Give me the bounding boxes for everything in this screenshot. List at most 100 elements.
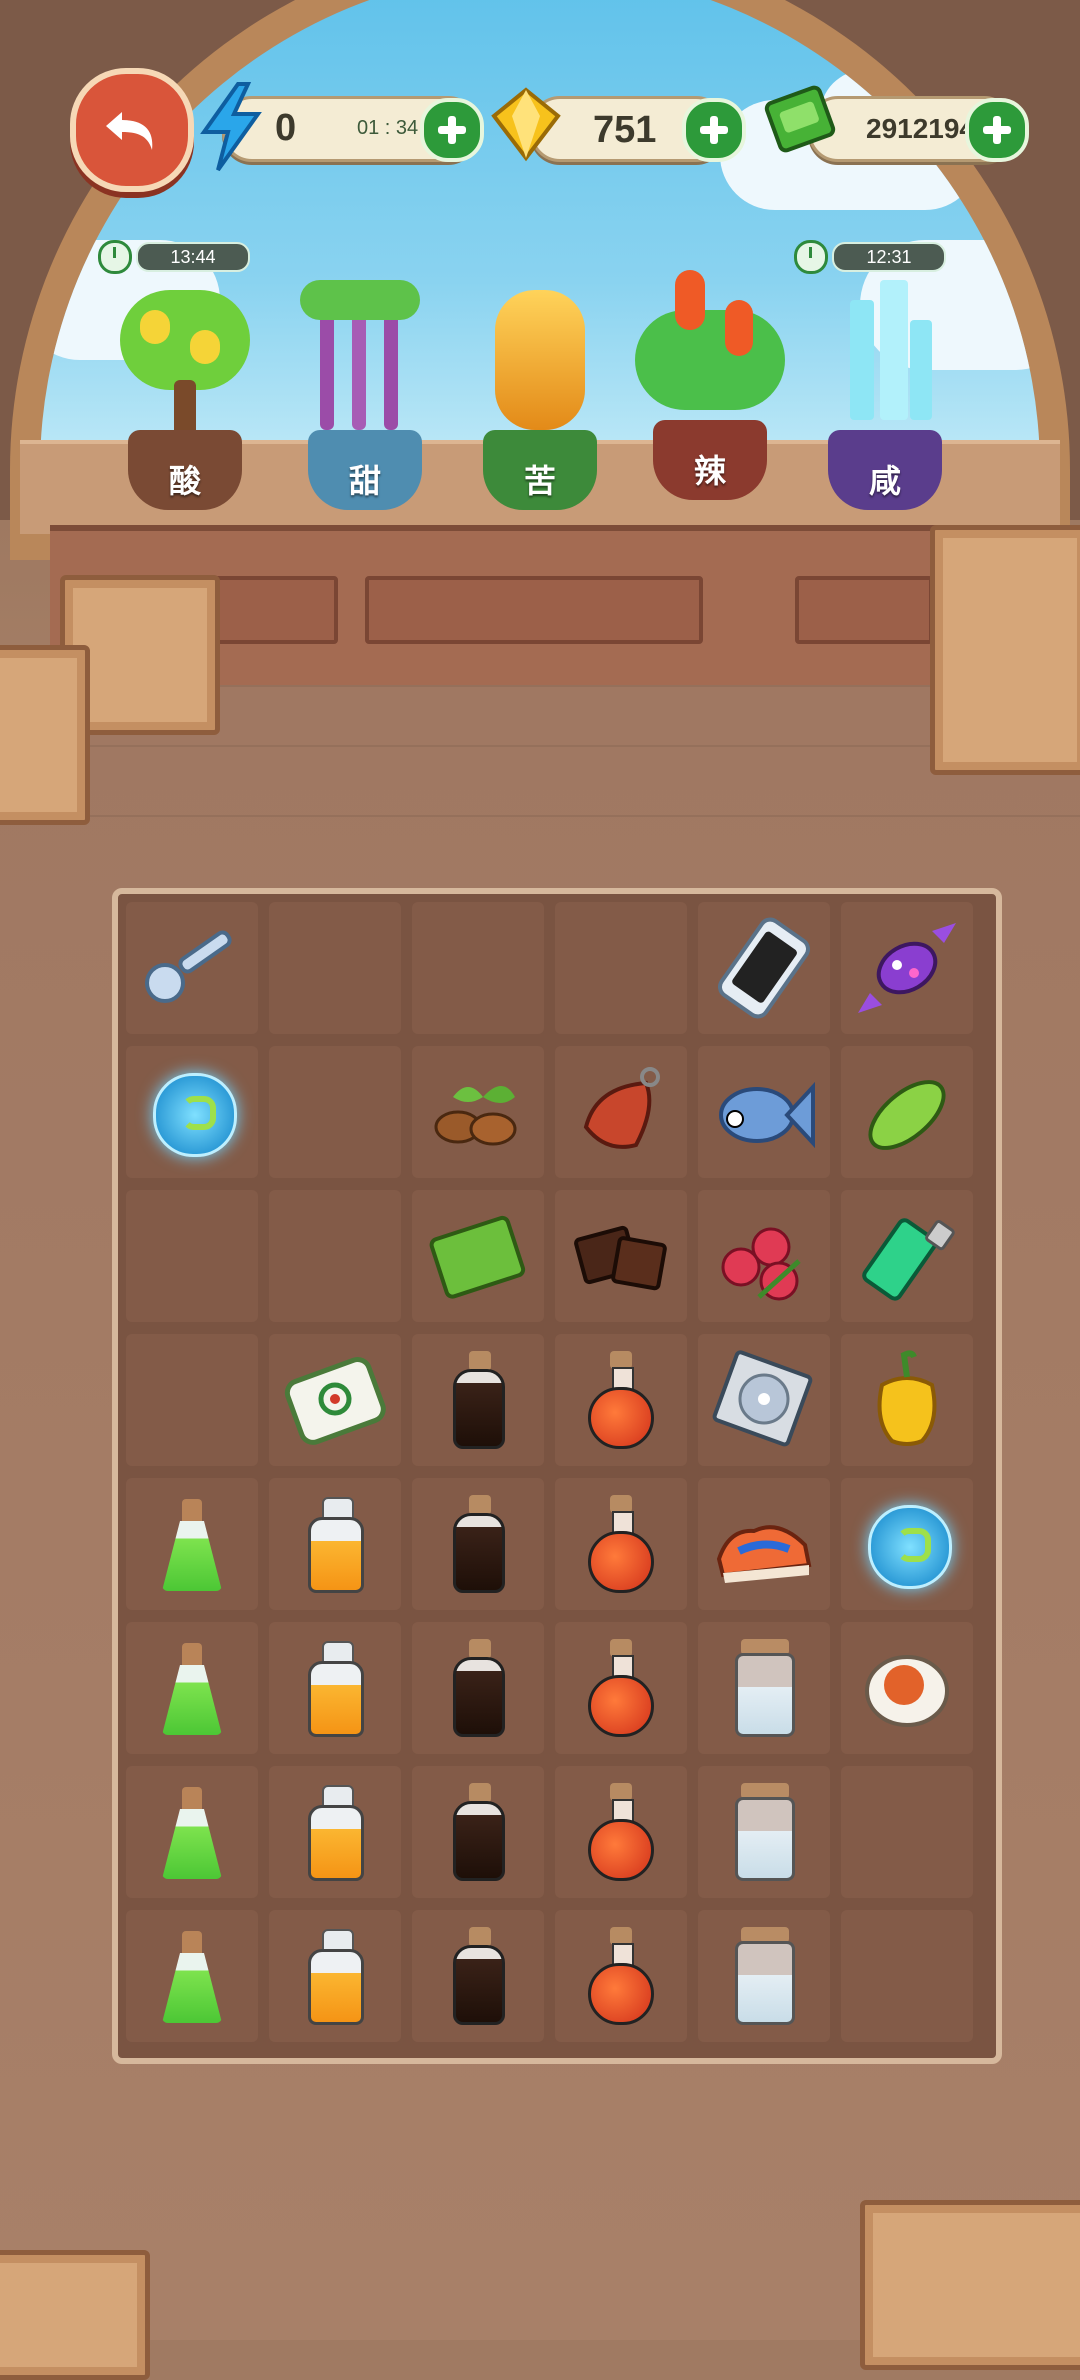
board-cell[interactable] [841, 1766, 973, 1898]
board-cell[interactable] [555, 902, 687, 1034]
honey-jar-icon [280, 1489, 390, 1599]
board-cell[interactable] [555, 1622, 687, 1754]
plant-sweet-sugarcane[interactable]: 甜 [290, 280, 440, 510]
board-cell[interactable] [269, 1190, 401, 1322]
energy-add-button[interactable] [420, 98, 484, 162]
board-cell[interactable] [126, 1622, 258, 1754]
salted-egg-icon [852, 1633, 962, 1743]
board-cell[interactable] [412, 902, 544, 1034]
board-cell[interactable] [126, 1046, 258, 1178]
honey-jar-icon [280, 1633, 390, 1743]
cash-icon [764, 85, 836, 153]
board-cell[interactable] [841, 1622, 973, 1754]
seed-bubble-icon [852, 1489, 962, 1599]
board-cell[interactable] [126, 1190, 258, 1322]
board-cell[interactable] [412, 1478, 544, 1610]
board-cell[interactable] [412, 1766, 544, 1898]
bitter-melon-icon [852, 1057, 962, 1167]
crate-left-2 [0, 645, 90, 825]
energy-bolt-icon [200, 82, 262, 172]
clock-icon [98, 240, 132, 274]
board-cell[interactable] [412, 1910, 544, 2042]
board-cell[interactable] [841, 1478, 973, 1610]
board-cell[interactable] [698, 1478, 830, 1610]
plant-spicy-chili[interactable]: 辣 [635, 270, 785, 500]
board-cell[interactable] [698, 1046, 830, 1178]
soy-sauce-bottle-icon [423, 1777, 533, 1887]
board-cell[interactable] [126, 1766, 258, 1898]
gem-icon [491, 87, 561, 162]
board-cell[interactable] [841, 1190, 973, 1322]
chili-oil-flask-icon [566, 1777, 676, 1887]
gems-add-button[interactable] [682, 98, 746, 162]
clock-icon [794, 240, 828, 274]
plant-sour-lemon-tree[interactable]: 酸 [110, 280, 260, 510]
cash-add-button[interactable] [965, 98, 1029, 162]
board-cell[interactable] [841, 1334, 973, 1466]
plant-label: 辣 [693, 453, 726, 489]
green-flask-icon [137, 1633, 247, 1743]
honey-jar-icon [280, 1921, 390, 2031]
cd-disc-icon [709, 1345, 819, 1455]
board-cell[interactable] [555, 1046, 687, 1178]
board-cell[interactable] [555, 1910, 687, 2042]
board-cell[interactable] [269, 1910, 401, 2042]
crate-bottom-left [0, 2250, 150, 2380]
key-icon [137, 913, 247, 1023]
board-cell[interactable] [269, 1766, 401, 1898]
board-cell[interactable] [698, 1622, 830, 1754]
sneaker-icon [709, 1489, 819, 1599]
board-cell[interactable] [412, 1190, 544, 1322]
green-flask-icon [137, 1489, 247, 1599]
plant-salty-crystal[interactable]: 咸 [810, 280, 960, 510]
board-cell[interactable] [126, 902, 258, 1034]
board-cell[interactable] [269, 1046, 401, 1178]
board-cell[interactable] [412, 1334, 544, 1466]
soy-sauce-bottle-icon [423, 1345, 533, 1455]
board-cell[interactable] [841, 1910, 973, 2042]
salt-jar-icon [709, 1633, 819, 1743]
board-cell[interactable] [269, 1478, 401, 1610]
board-cell[interactable] [698, 1766, 830, 1898]
coffee-beans-icon [423, 1057, 533, 1167]
crate-bottom-right [860, 2200, 1080, 2370]
board-cell[interactable] [412, 1046, 544, 1178]
board-cell[interactable] [126, 1478, 258, 1610]
plant-timer-5: 12:31 [832, 242, 946, 272]
plant-bitter-gold-tree[interactable]: 苦 [465, 280, 615, 510]
green-flask-icon [137, 1921, 247, 2031]
board-cell[interactable] [269, 1622, 401, 1754]
lighter-icon [852, 1201, 962, 1311]
soy-sauce-bottle-icon [423, 1489, 533, 1599]
plant-label: 咸 [868, 463, 901, 499]
plant-label: 苦 [523, 463, 556, 499]
board-cell[interactable] [698, 902, 830, 1034]
mahjong-tile-icon [280, 1345, 390, 1455]
chocolate-icon [566, 1201, 676, 1311]
board-cell[interactable] [269, 902, 401, 1034]
fish-icon [709, 1057, 819, 1167]
board-cell[interactable] [698, 1910, 830, 2042]
board-cell[interactable] [126, 1334, 258, 1466]
seed-bubble-icon [137, 1057, 247, 1167]
board-cell[interactable] [698, 1190, 830, 1322]
lychee-icon [709, 1201, 819, 1311]
energy-timer: 01 : 34 [357, 117, 419, 139]
back-button[interactable] [70, 68, 194, 192]
board-cell[interactable] [555, 1766, 687, 1898]
gems-value: 751 [593, 109, 657, 151]
chili-oil-flask-icon [566, 1489, 676, 1599]
board-cell[interactable] [269, 1334, 401, 1466]
soy-sauce-bottle-icon [423, 1633, 533, 1743]
notebook-icon [423, 1201, 533, 1311]
board-cell[interactable] [555, 1478, 687, 1610]
board-cell[interactable] [841, 1046, 973, 1178]
board-cell[interactable] [412, 1622, 544, 1754]
board-cell[interactable] [126, 1910, 258, 2042]
salt-jar-icon [709, 1921, 819, 2031]
chili-oil-flask-icon [566, 1345, 676, 1455]
board-cell[interactable] [698, 1334, 830, 1466]
board-cell[interactable] [555, 1190, 687, 1322]
board-cell[interactable] [555, 1334, 687, 1466]
board-cell[interactable] [841, 902, 973, 1034]
